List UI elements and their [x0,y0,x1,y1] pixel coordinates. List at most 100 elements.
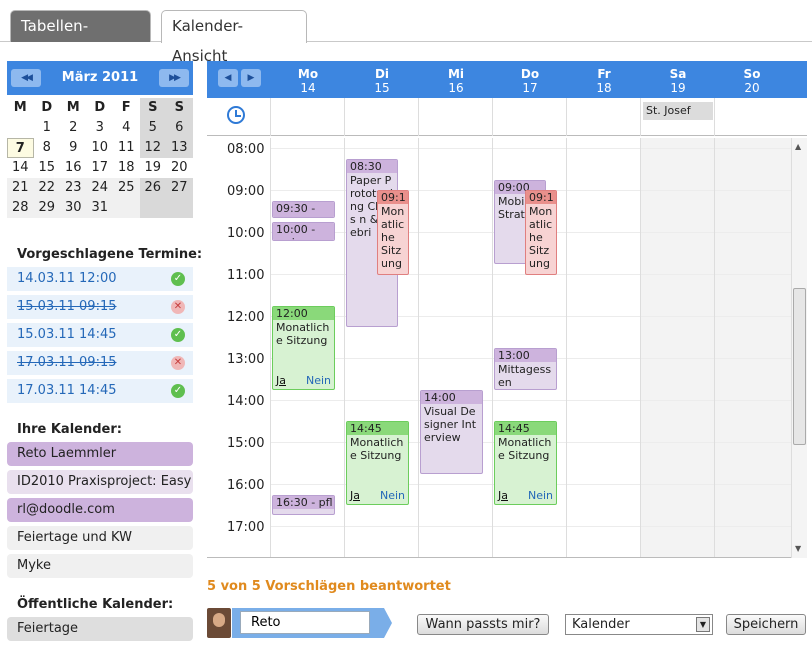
calendar-item[interactable]: Feiertage und KW [7,526,193,550]
chevron-down-icon[interactable]: ▼ [696,617,710,632]
event-time: 09:30 - Wei [273,202,334,217]
day-cell[interactable]: 14 [7,158,34,178]
hour-label: 10:00 [227,226,265,241]
scroll-up-icon[interactable]: ▲ [795,142,801,151]
day-header-sa[interactable]: Sa 19 [641,61,715,95]
day-header-so[interactable]: So 20 [715,61,789,95]
yes-link[interactable]: Ja [350,489,360,502]
save-button[interactable]: Speichern [726,614,806,635]
view-tabs: Tabellen-Ansicht Kalender-Ansicht [0,0,812,65]
day-header-mo[interactable]: Mo 14 [271,61,345,95]
event-time: 14:45 [495,422,556,435]
day-cell[interactable]: 15 [33,158,60,178]
day-cell[interactable]: 23 [60,178,87,198]
day-cell[interactable]: 2 [60,118,87,138]
day-cell [113,198,140,218]
day-cell[interactable]: 28 [7,198,34,218]
tab-calendar-view[interactable]: Kalender-Ansicht [161,10,307,65]
calendar-event[interactable]: 09:1 Monatliche Sitzung [525,190,557,275]
day-number: 20 [744,81,760,95]
prev-month-icon[interactable]: ◀◀ [11,69,41,87]
day-number: 18 [596,81,612,95]
event-title: Visual Designer Interview [424,405,477,444]
scroll-thumb[interactable] [793,288,806,445]
no-link[interactable]: Nein [528,489,553,502]
calendar-event[interactable]: 09:30 - Wei [272,201,335,218]
day-cell[interactable]: 10 [87,138,114,158]
calendar-select[interactable]: Kalender ▼ [565,614,713,635]
day-number: 14 [300,81,316,95]
day-cell[interactable]: 5 [139,118,166,138]
day-name: Di [374,67,390,81]
hour-label: 14:00 [227,394,265,409]
day-cell[interactable]: 6 [166,118,193,138]
day-cell[interactable]: 11 [113,138,140,158]
proposed-event[interactable]: 14:45 Monatliche Sitzung Ja Nein [494,421,557,505]
day-cell[interactable]: 8 [34,138,61,158]
day-cell[interactable]: 20 [166,158,193,178]
next-month-icon[interactable]: ▶▶ [159,69,189,87]
no-link[interactable]: Nein [306,374,331,387]
day-header-mi[interactable]: Mi 16 [419,61,493,95]
name-input[interactable] [240,611,370,634]
calendar-event[interactable]: 13:00 Mittagessen [494,348,557,390]
week-grid[interactable]: 08:00 09:00 10:00 11:00 12:00 13:00 14:0… [207,138,791,558]
day-header-fr[interactable]: Fr 18 [567,61,641,95]
calendar-event[interactable]: 09:1 Monatliche Sitzung [377,190,409,275]
day-cell[interactable]: 18 [113,158,140,178]
day-cell[interactable]: 3 [87,118,114,138]
calendar-event[interactable]: 14:00 Visual Designer Interview [420,390,483,474]
day-cell[interactable]: 16 [60,158,87,178]
day-cell[interactable]: 9 [60,138,87,158]
day-cell[interactable]: 1 [34,118,61,138]
yes-link[interactable]: Ja [276,374,286,387]
calendar-item[interactable]: Myke [7,554,193,578]
yes-link[interactable]: Ja [498,489,508,502]
scroll-down-icon[interactable]: ▼ [795,544,801,553]
day-header-di[interactable]: Di 15 [345,61,419,95]
suggestion-item[interactable]: 17.03.11 14:45 ✓ [7,379,193,403]
dow-label: D [94,100,106,115]
proposed-event[interactable]: 14:45 Monatliche Sitzung Ja Nein [346,421,409,505]
day-cell[interactable]: 24 [86,178,113,198]
calendar-item[interactable]: rl@doodle.com [7,498,193,522]
holiday-event[interactable]: St. Josef [643,102,713,120]
day-cell[interactable]: 22 [33,178,60,198]
day-cell[interactable]: 12 [139,138,166,158]
calendar-item[interactable]: Reto Laemmler [7,442,193,466]
event-title: Monatliche Sitzung [529,205,553,270]
day-header-do[interactable]: Do 17 [493,61,567,95]
grid-scrollbar[interactable]: ▲ ▼ [791,138,807,558]
next-week-icon[interactable]: ▶ [241,69,261,87]
suggestion-item[interactable]: 15.03.11 14:45 ✓ [7,323,193,347]
suggestion-item[interactable]: 15.03.11 09:15 ✕ [7,295,193,319]
day-cell[interactable]: 27 [166,178,193,198]
today-cell[interactable]: 7 [7,138,34,158]
no-link[interactable]: Nein [380,489,405,502]
day-cell[interactable]: 30 [60,198,87,218]
dow-label: M [13,100,27,115]
day-cell[interactable]: 31 [86,198,113,218]
calendar-event[interactable]: 10:00 - wei [272,222,335,241]
day-cell[interactable]: 25 [113,178,140,198]
day-cell[interactable]: 29 [33,198,60,218]
arrow-tip [384,608,392,638]
suggestion-item[interactable]: 17.03.11 09:15 ✕ [7,351,193,375]
calendar-item[interactable]: Feiertage [7,617,193,641]
check-icon: ✓ [171,272,185,286]
proposed-event[interactable]: 12:00 Monatliche Sitzung Ja Nein [272,306,335,390]
mini-calendar: M D M D F S S 1 2 3 4 5 6 7 8 9 10 11 12… [7,98,193,218]
calendar-item[interactable]: ID2010 Praxisproject: Easy [7,470,193,494]
day-cell[interactable]: 17 [86,158,113,178]
day-cell[interactable]: 21 [7,178,34,198]
tab-table-view[interactable]: Tabellen-Ansicht [10,10,151,65]
prev-week-icon[interactable]: ◀ [218,69,238,87]
day-cell[interactable]: 4 [113,118,140,138]
day-cell[interactable]: 19 [139,158,166,178]
when-fits-button[interactable]: Wann passts mir? [417,614,549,635]
suggestion-item[interactable]: 14.03.11 12:00 ✓ [7,267,193,291]
day-cell[interactable]: 26 [139,178,166,198]
calendar-event[interactable]: 16:30 - pfl [272,495,335,515]
calendar-select-value: Kalender [572,617,630,632]
day-cell[interactable]: 13 [166,138,193,158]
